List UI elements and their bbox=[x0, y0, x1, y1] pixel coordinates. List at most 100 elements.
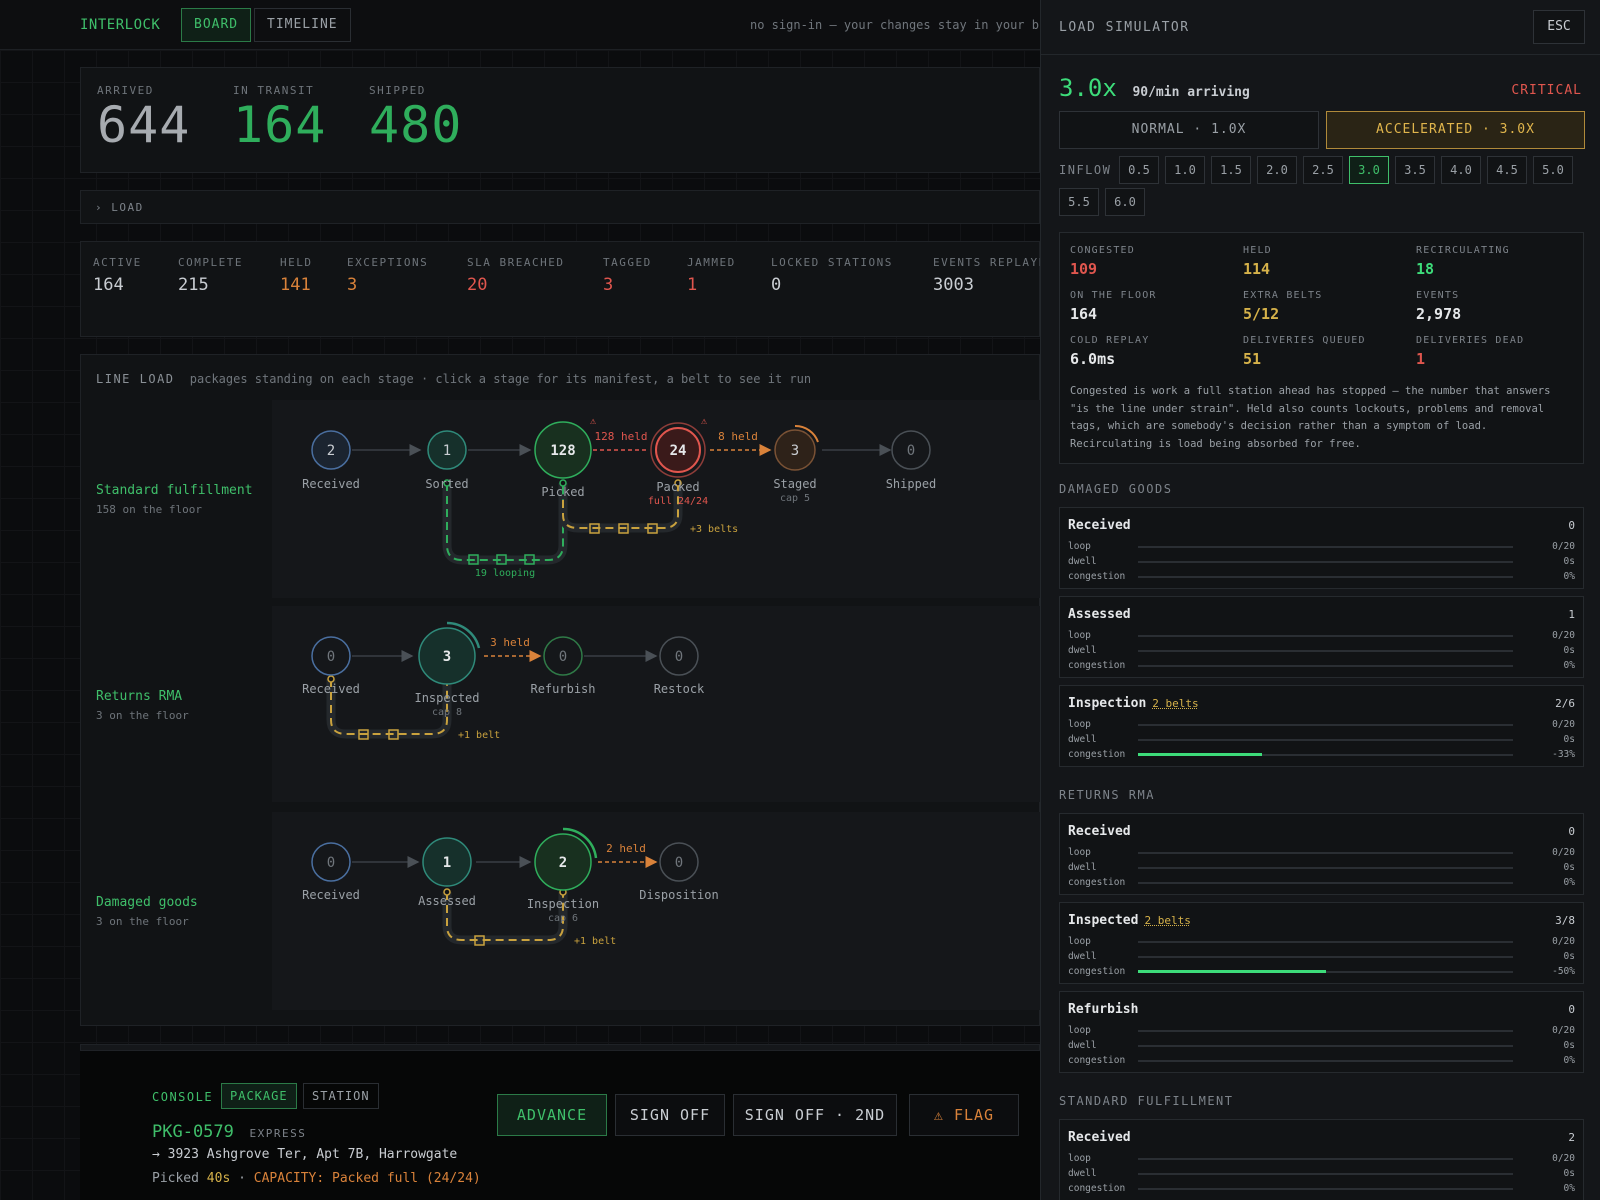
advance-button[interactable]: ADVANCE bbox=[497, 1094, 607, 1136]
station-card-inspection[interactable]: Inspection 2 belts 2/6 loop 0/20 dwell 0s conge… bbox=[1059, 685, 1584, 767]
svg-text:full 24/24: full 24/24 bbox=[648, 496, 708, 507]
mode-accelerated-button[interactable]: ACCELERATED · 3.0X bbox=[1326, 111, 1585, 149]
svg-text:Sorted: Sorted bbox=[425, 477, 468, 491]
held-label-l1-b: 8 held bbox=[718, 430, 758, 443]
close-button[interactable]: ESC bbox=[1533, 10, 1585, 44]
station-card-assessed[interactable]: Assessed 1 loop 0/20 dwell 0s congestion 0% bbox=[1059, 596, 1584, 678]
svg-text:Shipped: Shipped bbox=[886, 477, 937, 491]
svg-text:0: 0 bbox=[675, 855, 683, 871]
console-tab-package[interactable]: PACKAGE bbox=[221, 1083, 297, 1109]
package-id: PKG-0579 bbox=[152, 1122, 234, 1142]
sim-metric-congested: CONGESTED 109 bbox=[1070, 245, 1135, 278]
congestion-bar bbox=[1138, 970, 1326, 973]
section-title: STANDARD FULFILLMENT bbox=[1059, 1094, 1234, 1108]
station-l3-assessed[interactable]: 1 Assessed bbox=[418, 837, 476, 908]
package-tier: EXPRESS bbox=[249, 1127, 307, 1140]
congestion-bar bbox=[1138, 753, 1262, 756]
station-l2-refurbish[interactable]: 0 Refurbish bbox=[530, 636, 596, 696]
station-card-received[interactable]: Received 0 loop 0/20 dwell 0s congestion 0% bbox=[1059, 507, 1584, 589]
sim-metric-deliveries-dead: DELIVERIES DEAD 1 bbox=[1416, 335, 1525, 368]
inflow-chip-5-0[interactable]: 5.0 bbox=[1533, 156, 1573, 184]
mode-normal-button[interactable]: NORMAL · 1.0X bbox=[1059, 111, 1319, 149]
inflow-chip-6-0[interactable]: 6.0 bbox=[1105, 188, 1145, 216]
inflow-chip-4-5[interactable]: 4.5 bbox=[1487, 156, 1527, 184]
sim-metric-cold-replay: COLD REPLAY 6.0ms bbox=[1070, 335, 1150, 368]
rate-readout: 3.0x 90/min arriving bbox=[1059, 74, 1250, 102]
line-load-diagram: 19 looping +3 belts 2 Received 1 Sorted … bbox=[302, 416, 937, 947]
station-l3-inspection[interactable]: 2 Inspection cap 6 bbox=[527, 827, 599, 924]
card-row-loop: loop 0/20 bbox=[1068, 1025, 1575, 1036]
station-l1-picked[interactable]: 128 Picked bbox=[534, 421, 592, 499]
card-row-loop: loop 0/20 bbox=[1068, 541, 1575, 552]
console-label: CONSOLE bbox=[152, 1090, 214, 1104]
sign-off-button[interactable]: SIGN OFF bbox=[615, 1094, 725, 1136]
station-l1-sorted[interactable]: 1 Sorted bbox=[425, 430, 469, 491]
station-l3-received[interactable]: 0 Received bbox=[302, 842, 360, 902]
inflow-chip-3-0[interactable]: 3.0 bbox=[1349, 156, 1389, 184]
inflow-chip-3-5[interactable]: 3.5 bbox=[1395, 156, 1435, 184]
card-row-dwell: dwell 0s bbox=[1068, 556, 1575, 567]
station-l2-received[interactable]: 0 Received bbox=[302, 636, 360, 696]
station-l1-staged[interactable]: 3 Staged cap 5 bbox=[773, 424, 819, 504]
card-row-congestion: congestion -50% bbox=[1068, 966, 1575, 977]
sign-off-2nd-button[interactable]: SIGN OFF · 2ND bbox=[733, 1094, 897, 1136]
station-card-received[interactable]: Received 0 loop 0/20 dwell 0s congestion 0% bbox=[1059, 813, 1584, 895]
svg-text:Staged: Staged bbox=[773, 477, 816, 491]
inflow-chip-4-0[interactable]: 4.0 bbox=[1441, 156, 1481, 184]
station-l1-received[interactable]: 2 Received bbox=[302, 430, 360, 491]
station-card-received[interactable]: Received 2 loop 0/20 dwell 0s congestion 0% bbox=[1059, 1119, 1584, 1200]
card-row-dwell: dwell 0s bbox=[1068, 951, 1575, 962]
inflow-chip-1-5[interactable]: 1.5 bbox=[1211, 156, 1251, 184]
held-label-l2: 3 held bbox=[490, 636, 530, 649]
station-card-inspected[interactable]: Inspected 2 belts 3/8 loop 0/20 dwell 0s conges… bbox=[1059, 902, 1584, 984]
card-row-congestion: congestion 0% bbox=[1068, 571, 1575, 582]
card-row-loop: loop 0/20 bbox=[1068, 847, 1575, 858]
station-l2-inspected[interactable]: 3 Inspected cap 8 bbox=[414, 621, 481, 718]
card-row-congestion: congestion 0% bbox=[1068, 1183, 1575, 1194]
held-label-l1-a: 128 held bbox=[595, 430, 648, 443]
section-title: RETURNS RMA bbox=[1059, 788, 1155, 802]
card-row-congestion: congestion 0% bbox=[1068, 660, 1575, 671]
belts-link[interactable]: 2 belts bbox=[1144, 914, 1190, 927]
svg-text:Received: Received bbox=[302, 888, 360, 902]
warn-icon: ⚠ bbox=[590, 416, 597, 427]
inflow-chip-5-5[interactable]: 5.5 bbox=[1059, 188, 1099, 216]
sim-metric-held: HELD 114 bbox=[1243, 245, 1272, 278]
belts-label-l2: +1 belt bbox=[458, 730, 500, 741]
sim-metric-recirculating: RECIRCULATING 18 bbox=[1416, 245, 1510, 278]
station-card-refurbish[interactable]: Refurbish 0 loop 0/20 dwell 0s congestion 0% bbox=[1059, 991, 1584, 1073]
sim-metric-extra-belts: EXTRA BELTS 5/12 bbox=[1243, 290, 1323, 323]
svg-text:Received: Received bbox=[302, 682, 360, 696]
console-tab-station[interactable]: STATION bbox=[303, 1083, 379, 1109]
svg-text:3: 3 bbox=[791, 443, 799, 459]
inflow-chip-2-0[interactable]: 2.0 bbox=[1257, 156, 1297, 184]
svg-text:Restock: Restock bbox=[654, 682, 705, 696]
inflow-chip-1-0[interactable]: 1.0 bbox=[1165, 156, 1205, 184]
held-label-l3: 2 held bbox=[606, 842, 646, 855]
station-l3-disposition[interactable]: 0 Disposition bbox=[639, 842, 719, 902]
svg-text:1: 1 bbox=[443, 855, 451, 871]
inflow-label: INFLOW bbox=[1059, 163, 1112, 177]
station-l1-shipped[interactable]: 0 Shipped bbox=[886, 430, 937, 491]
svg-text:Packed: Packed bbox=[656, 480, 699, 494]
inflow-chip-0-5[interactable]: 0.5 bbox=[1119, 156, 1159, 184]
inflow-chip-2-5[interactable]: 2.5 bbox=[1303, 156, 1343, 184]
svg-text:Inspection: Inspection bbox=[527, 897, 599, 911]
flag-button[interactable]: ⚠ FLAG bbox=[909, 1094, 1019, 1136]
sim-metrics-panel: CONGESTED 109 HELD 114 RECIRCULATING 18 ON THE… bbox=[1059, 232, 1584, 464]
svg-text:Inspected: Inspected bbox=[414, 691, 479, 705]
station-l2-restock[interactable]: 0 Restock bbox=[654, 636, 705, 696]
svg-text:0: 0 bbox=[907, 443, 915, 459]
package-header: PKG-0579 EXPRESS bbox=[152, 1122, 306, 1142]
svg-text:Disposition: Disposition bbox=[639, 888, 718, 902]
arrival-rate: 90/min arriving bbox=[1132, 85, 1250, 100]
belts-link[interactable]: 2 belts bbox=[1152, 697, 1198, 710]
svg-text:cap 5: cap 5 bbox=[780, 493, 810, 504]
card-row-congestion: congestion 0% bbox=[1068, 1055, 1575, 1066]
svg-text:0: 0 bbox=[559, 649, 567, 665]
package-address: → 3923 Ashgrove Ter, Apt 7B, Harrowgate bbox=[152, 1147, 458, 1162]
card-row-congestion: congestion -33% bbox=[1068, 749, 1575, 760]
card-row-dwell: dwell 0s bbox=[1068, 862, 1575, 873]
explainer-text: Congested is work a full station ahead h… bbox=[1070, 385, 1551, 450]
svg-text:Received: Received bbox=[302, 477, 360, 491]
